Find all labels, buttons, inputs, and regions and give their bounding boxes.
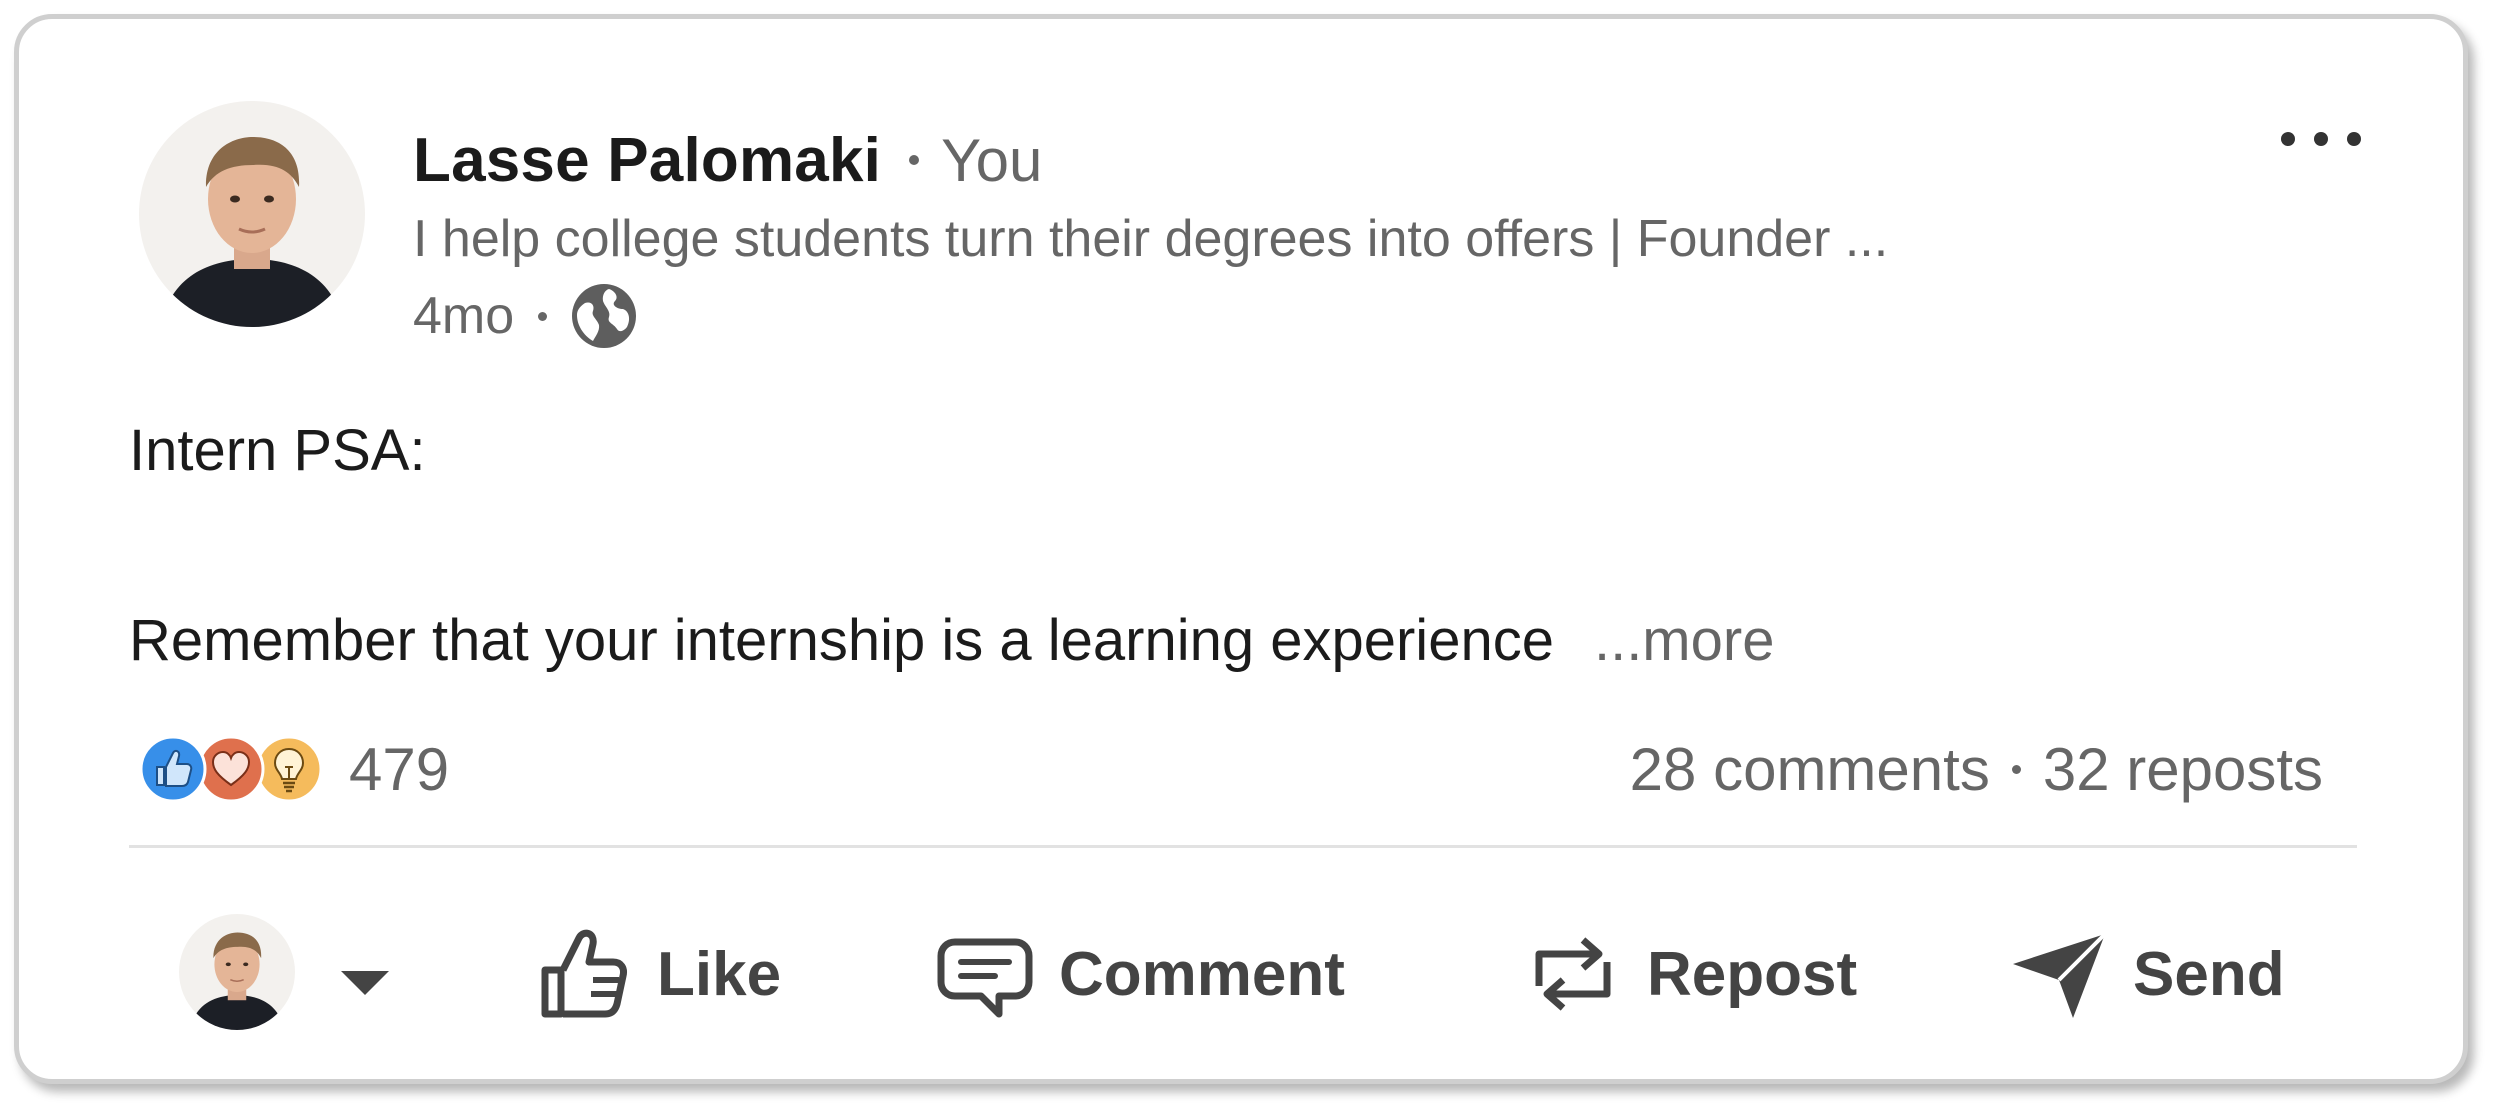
like-button[interactable]: Like xyxy=(533,919,781,1029)
comments-count-link[interactable]: 28 comments xyxy=(1630,735,1990,804)
social-counts: 28 comments 32 reposts xyxy=(1630,731,2323,807)
send-label: Send xyxy=(2133,939,2285,1009)
separator-dot xyxy=(909,155,920,165)
separator-dot xyxy=(538,311,548,321)
connection-degree: You xyxy=(941,126,1043,194)
see-more-link[interactable]: ...more xyxy=(1594,608,1775,673)
love-reaction-icon xyxy=(197,735,265,803)
post-body-text: Remember that your internship is a learn… xyxy=(129,608,1554,673)
insightful-reaction-icon xyxy=(255,735,323,803)
author-line: Lasse Palomaki You xyxy=(413,125,1042,195)
send-button[interactable]: Send xyxy=(2009,919,2285,1029)
repost-label: Repost xyxy=(1647,939,1858,1009)
ellipsis-dot-icon xyxy=(2314,132,2328,146)
comment-icon xyxy=(937,938,1033,1018)
ellipsis-dot-icon xyxy=(2347,132,2361,146)
globe-icon xyxy=(572,284,637,348)
reactions-summary[interactable]: 479 xyxy=(139,731,449,807)
post-meta: 4mo xyxy=(413,281,639,351)
ellipsis-dot-icon xyxy=(2281,132,2295,146)
post-body-line: Remember that your internship is a learn… xyxy=(129,607,1774,674)
reaction-icons xyxy=(139,731,335,807)
comment-button[interactable]: Comment xyxy=(935,919,1345,1029)
comment-label: Comment xyxy=(1059,939,1345,1009)
reaction-count: 479 xyxy=(349,735,450,803)
separator-dot xyxy=(2011,764,2021,774)
reposts-count-link[interactable]: 32 reposts xyxy=(2043,735,2323,804)
author-headline: I help college students turn their degre… xyxy=(413,210,1889,268)
like-reaction-icon xyxy=(139,735,207,803)
author-name[interactable]: Lasse Palomaki xyxy=(413,125,881,196)
reaction-actor-avatar[interactable] xyxy=(179,914,295,1030)
chevron-down-icon[interactable] xyxy=(341,971,389,995)
post-card: Lasse Palomaki You I help college studen… xyxy=(14,14,2468,1084)
repost-button[interactable]: Repost xyxy=(1523,919,1857,1029)
divider xyxy=(129,845,2357,848)
repost-icon xyxy=(1535,937,1611,1011)
more-options-button[interactable] xyxy=(2281,119,2361,159)
post-body-line: Intern PSA: xyxy=(129,418,426,483)
author-avatar[interactable] xyxy=(139,101,365,327)
like-label: Like xyxy=(657,939,782,1009)
send-icon xyxy=(2013,932,2107,1018)
post-time: 4mo xyxy=(413,287,515,345)
thumbs-up-icon xyxy=(541,929,627,1018)
